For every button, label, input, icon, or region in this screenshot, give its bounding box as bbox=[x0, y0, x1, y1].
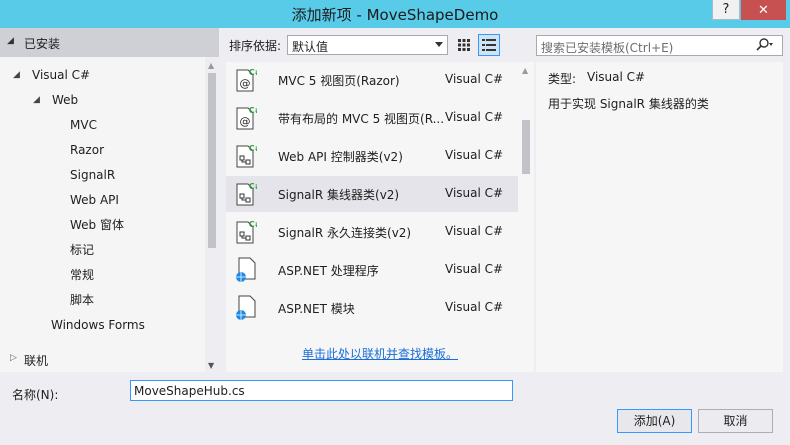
name-field[interactable] bbox=[130, 380, 513, 401]
list-item[interactable]: ASP.NET 处理程序 Visual C# bbox=[226, 252, 518, 288]
scrollbar-thumb[interactable] bbox=[208, 73, 216, 248]
tree-item-web-api[interactable]: Web API bbox=[70, 189, 119, 211]
tree-item-label: Web bbox=[52, 93, 79, 107]
window-title: 添加新项 - MoveShapeDemo bbox=[291, 6, 499, 24]
class-icon: C# bbox=[236, 182, 257, 206]
template-language: Visual C# bbox=[445, 148, 504, 162]
category-tree: ◢ Visual C# ◢ Web MVC Razor SignalR Web … bbox=[0, 62, 205, 372]
sort-dropdown[interactable]: 默认值 bbox=[287, 35, 448, 55]
installed-header[interactable]: ◢ 已安装 bbox=[0, 28, 219, 57]
svg-text:C#: C# bbox=[249, 68, 257, 77]
tree-item-label: Visual C# bbox=[32, 68, 91, 82]
tree-item-web[interactable]: ◢ Web bbox=[0, 89, 205, 111]
collapse-arrow-icon: ◢ bbox=[7, 36, 14, 46]
template-name: Web API 控制器类(v2) bbox=[278, 150, 403, 164]
cancel-button[interactable]: 取消 bbox=[698, 409, 773, 433]
tree-item-markup[interactable]: 标记 bbox=[70, 239, 94, 261]
template-name: SignalR 集线器类(v2) bbox=[278, 188, 400, 202]
bottom-bar: 名称(N): 添加(A) 取消 bbox=[0, 372, 790, 445]
tree-item-mvc[interactable]: MVC bbox=[70, 114, 97, 136]
close-button[interactable]: ✕ bbox=[741, 0, 786, 20]
online-header[interactable]: ▷ 联机 bbox=[0, 347, 219, 372]
scroll-up-icon[interactable]: ▲ bbox=[522, 66, 528, 75]
add-button[interactable]: 添加(A) bbox=[617, 409, 692, 433]
svg-text:C#: C# bbox=[249, 182, 257, 191]
template-language: Visual C# bbox=[445, 262, 504, 276]
template-name: SignalR 永久连接类(v2) bbox=[278, 226, 412, 240]
class-icon: C# bbox=[236, 144, 257, 168]
list-item[interactable]: @ C# MVC 5 视图页(Razor) Visual C# bbox=[226, 62, 518, 98]
razor-page-icon: @ C# bbox=[236, 106, 257, 130]
search-box[interactable]: 搜索已安装模板(Ctrl+E) bbox=[536, 35, 783, 56]
tree-item-general[interactable]: 常规 bbox=[70, 264, 94, 286]
category-panel: ◢ 已安装 ◢ Visual C# ◢ Web MVC Razor Signal… bbox=[0, 28, 219, 372]
template-language: Visual C# bbox=[445, 72, 504, 86]
tree-item-scripts[interactable]: 脚本 bbox=[70, 289, 94, 311]
svg-text:@: @ bbox=[240, 77, 251, 90]
template-name: MVC 5 视图页(Razor) bbox=[278, 74, 400, 88]
online-label: 联机 bbox=[24, 354, 49, 368]
list-view-button[interactable] bbox=[478, 34, 500, 56]
list-item[interactable]: ASP.NET 模块 Visual C# bbox=[226, 290, 518, 326]
type-value: Visual C# bbox=[587, 70, 646, 84]
expanded-arrow-icon: ◢ bbox=[33, 95, 40, 105]
grid-view-button[interactable] bbox=[453, 34, 475, 56]
template-name: ASP.NET 模块 bbox=[278, 302, 355, 316]
help-button[interactable]: ? bbox=[712, 0, 740, 20]
svg-text:@: @ bbox=[240, 115, 251, 128]
svg-text:C#: C# bbox=[249, 144, 257, 153]
template-name: 带有布局的 MVC 5 视图页(R... bbox=[278, 112, 445, 126]
scrollbar-thumb[interactable] bbox=[522, 120, 530, 174]
tree-item-razor[interactable]: Razor bbox=[70, 139, 104, 161]
tree-item-web-forms[interactable]: Web 窗体 bbox=[70, 214, 124, 236]
category-scrollbar[interactable]: ▲ ▼ bbox=[205, 57, 219, 372]
template-language: Visual C# bbox=[445, 224, 504, 238]
list-item-selected[interactable]: C# SignalR 集线器类(v2) Visual C# bbox=[226, 176, 518, 212]
svg-text:C#: C# bbox=[249, 220, 257, 229]
tree-item-windows-forms[interactable]: Windows Forms bbox=[51, 314, 145, 336]
find-online-templates-link[interactable]: 单击此处以联机并查找模板。 bbox=[226, 345, 534, 362]
type-label: 类型: bbox=[548, 72, 577, 86]
details-panel: 类型: Visual C# 用于实现 SignalR 集线器的类 bbox=[536, 62, 783, 372]
scroll-up-icon[interactable]: ▲ bbox=[208, 61, 214, 70]
list-view-icon bbox=[482, 39, 496, 51]
web-file-icon bbox=[236, 295, 256, 320]
dialog-body: ◢ 已安装 ◢ Visual C# ◢ Web MVC Razor Signal… bbox=[0, 28, 790, 445]
template-scrollbar[interactable]: ▲ bbox=[518, 62, 534, 332]
chevron-down-icon bbox=[435, 42, 443, 47]
expand-arrow-icon: ▷ bbox=[10, 353, 17, 363]
list-item[interactable]: @ C# 带有布局的 MVC 5 视图页(R... Visual C# bbox=[226, 100, 518, 136]
search-placeholder: 搜索已安装模板(Ctrl+E) bbox=[541, 41, 674, 55]
template-language: Visual C# bbox=[445, 300, 504, 314]
tree-item-signalr[interactable]: SignalR bbox=[70, 164, 115, 186]
list-item[interactable]: C# Web API 控制器类(v2) Visual C# bbox=[226, 138, 518, 174]
template-list: @ C# MVC 5 视图页(Razor) Visual C# @ C# 带有布… bbox=[226, 62, 534, 372]
svg-text:C#: C# bbox=[249, 106, 257, 115]
grid-view-icon bbox=[458, 39, 470, 51]
title-bar: 添加新项 - MoveShapeDemo ? ✕ bbox=[0, 0, 790, 28]
template-language: Visual C# bbox=[445, 186, 504, 200]
sort-label: 排序依据: bbox=[229, 39, 282, 53]
razor-page-icon: @ C# bbox=[236, 68, 257, 92]
template-language: Visual C# bbox=[445, 110, 504, 124]
name-label: 名称(N): bbox=[12, 388, 59, 402]
template-name: ASP.NET 处理程序 bbox=[278, 264, 379, 278]
sort-toolbar: 排序依据: 默认值 bbox=[226, 34, 534, 56]
installed-label: 已安装 bbox=[24, 37, 61, 51]
list-item[interactable]: C# SignalR 永久连接类(v2) Visual C# bbox=[226, 214, 518, 250]
class-icon: C# bbox=[236, 220, 257, 244]
template-description: 用于实现 SignalR 集线器的类 bbox=[548, 97, 709, 111]
search-icon[interactable] bbox=[756, 38, 774, 55]
web-file-icon bbox=[236, 257, 256, 282]
expanded-arrow-icon: ◢ bbox=[13, 70, 20, 80]
magnifier-icon bbox=[756, 38, 773, 51]
sort-value: 默认值 bbox=[292, 40, 329, 54]
tree-item-visual-csharp[interactable]: ◢ Visual C# bbox=[0, 64, 205, 86]
